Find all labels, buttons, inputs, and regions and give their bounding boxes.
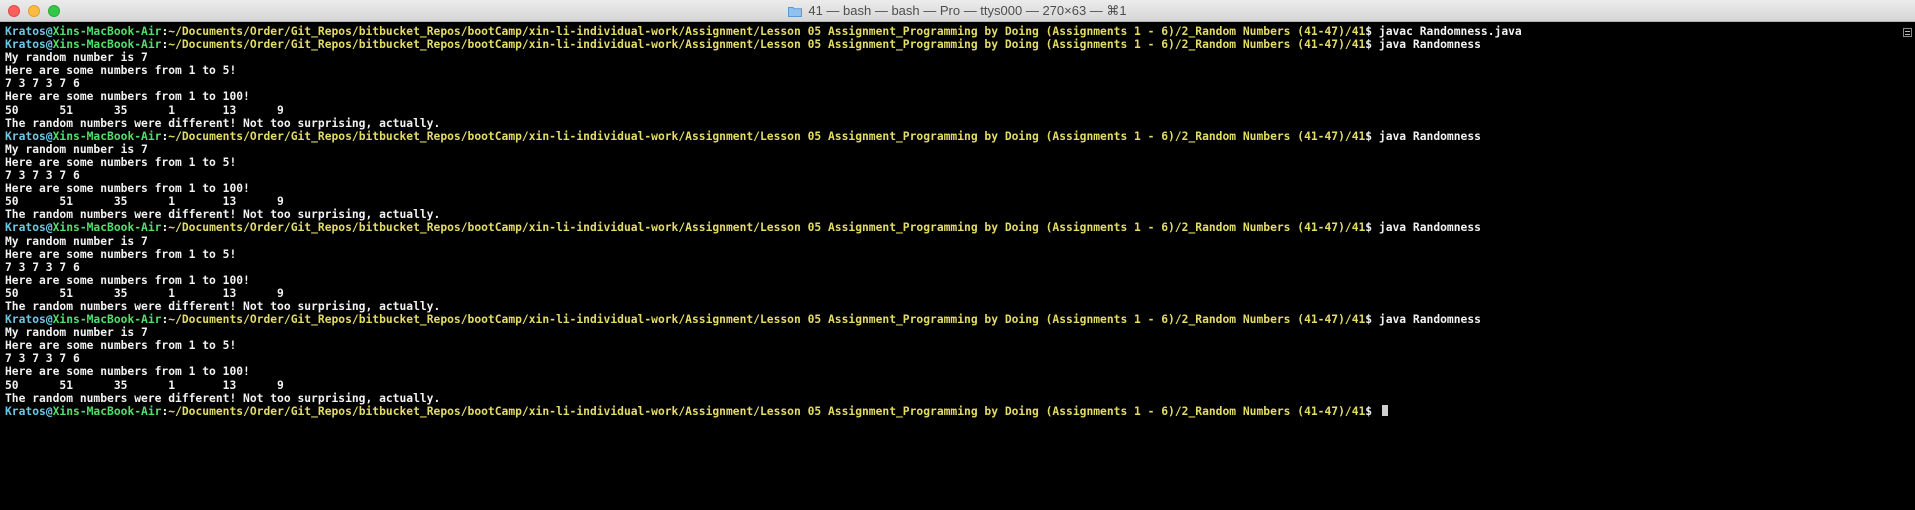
prompt-user: Kratos [5, 38, 46, 52]
prompt-path: ~/Documents/Order/Git_Repos/bitbucket_Re… [168, 129, 1366, 143]
window-title-group: 41 — bash — bash — Pro — ttys000 — 270×6… [0, 0, 1915, 22]
output-line: Here are some numbers from 1 to 5! [5, 247, 237, 261]
command-text: javac Randomness.java [1378, 25, 1522, 38]
title-bar[interactable]: 41 — bash — bash — Pro — ttys000 — 270×6… [0, 0, 1915, 22]
prompt-path: ~/Documents/Order/Git_Repos/bitbucket_Re… [168, 221, 1366, 235]
output-line: 7 3 7 3 7 6 [5, 169, 80, 183]
prompt-path: ~/Documents/Order/Git_Repos/bitbucket_Re… [168, 313, 1366, 327]
terminal-window: 41 — bash — bash — Pro — ttys000 — 270×6… [0, 0, 1915, 510]
prompt-line: Kratos@Xins-MacBook-Air:~/Documents/Orde… [5, 221, 1895, 234]
prompt-line: Kratos@Xins-MacBook-Air:~/Documents/Orde… [5, 313, 1895, 326]
prompt-symbol: $ [1365, 404, 1379, 418]
prompt-symbol: $ [1365, 221, 1379, 235]
prompt-user: Kratos [5, 129, 46, 143]
prompt-host: Xins-MacBook-Air [52, 221, 162, 235]
terminal-content[interactable]: Kratos@Xins-MacBook-Air:~/Documents/Orde… [5, 25, 1895, 418]
prompt-user: Kratos [5, 404, 46, 418]
prompt-host: Xins-MacBook-Air [52, 38, 162, 52]
prompt-path: ~/Documents/Order/Git_Repos/bitbucket_Re… [168, 404, 1366, 418]
prompt-line: Kratos@Xins-MacBook-Air:~/Documents/Orde… [5, 38, 1895, 51]
prompt-host: Xins-MacBook-Air [52, 129, 162, 143]
prompt-path: ~/Documents/Order/Git_Repos/bitbucket_Re… [168, 38, 1366, 52]
prompt-line: Kratos@Xins-MacBook-Air:~/Documents/Orde… [5, 130, 1895, 143]
scrollbar-icon[interactable] [1903, 28, 1912, 37]
output-line: My random number is 7 [5, 51, 148, 65]
output-line: My random number is 7 [5, 142, 148, 156]
folder-icon [788, 6, 803, 17]
prompt-line: Kratos@Xins-MacBook-Air:~/Documents/Orde… [5, 404, 1895, 418]
output-line: My random number is 7 [5, 234, 148, 248]
output-line: Here are some numbers from 1 to 5! [5, 155, 237, 169]
prompt-path: ~/Documents/Order/Git_Repos/bitbucket_Re… [168, 25, 1366, 38]
output-line: The random numbers were different! Not t… [5, 299, 441, 313]
prompt-host: Xins-MacBook-Air [52, 404, 162, 418]
prompt-at: @ [45, 221, 53, 235]
command-text: java Randomness [1378, 38, 1481, 52]
output-line: My random number is 7 [5, 326, 148, 340]
output-line: 7 3 7 3 7 6 [5, 260, 80, 274]
output-line: Here are some numbers from 1 to 100! [5, 365, 250, 379]
command-text: java Randomness [1378, 313, 1481, 327]
output-line: 50 51 35 1 13 9 [5, 103, 284, 117]
prompt-host: Xins-MacBook-Air [52, 25, 162, 38]
command-text: java Randomness [1378, 129, 1481, 143]
command-text: java Randomness [1378, 221, 1481, 235]
prompt-symbol: $ [1365, 38, 1379, 52]
prompt-at: @ [45, 25, 53, 38]
output-line: 50 51 35 1 13 9 [5, 195, 284, 209]
output-line: Here are some numbers from 1 to 100! [5, 273, 250, 287]
output-line: 7 3 7 3 7 6 [5, 77, 80, 91]
output-line: Here are some numbers from 1 to 5! [5, 64, 237, 78]
prompt-symbol: $ [1365, 313, 1379, 327]
output-line: 50 51 35 1 13 9 [5, 378, 284, 392]
output-line: The random numbers were different! Not t… [5, 391, 441, 405]
output-line: 7 3 7 3 7 6 [5, 352, 80, 366]
output-line: Here are some numbers from 1 to 5! [5, 339, 237, 353]
output-line: The random numbers were different! Not t… [5, 208, 441, 222]
output-line: Here are some numbers from 1 to 100! [5, 182, 250, 196]
prompt-host: Xins-MacBook-Air [52, 313, 162, 327]
prompt-symbol: $ [1365, 129, 1379, 143]
output-line: 50 51 35 1 13 9 [5, 286, 284, 300]
prompt-user: Kratos [5, 221, 46, 235]
text-cursor [1381, 404, 1388, 416]
prompt-at: @ [45, 404, 53, 418]
output-line: Here are some numbers from 1 to 100! [5, 90, 250, 104]
window-title: 41 — bash — bash — Pro — ttys000 — 270×6… [808, 3, 1127, 18]
output-line: The random numbers were different! Not t… [5, 116, 441, 130]
prompt-line: Kratos@Xins-MacBook-Air:~/Documents/Orde… [5, 25, 1895, 38]
prompt-user: Kratos [5, 25, 46, 38]
prompt-at: @ [45, 129, 53, 143]
prompt-user: Kratos [5, 313, 46, 327]
prompt-at: @ [45, 313, 53, 327]
prompt-symbol: $ [1365, 25, 1379, 38]
prompt-at: @ [45, 38, 53, 52]
